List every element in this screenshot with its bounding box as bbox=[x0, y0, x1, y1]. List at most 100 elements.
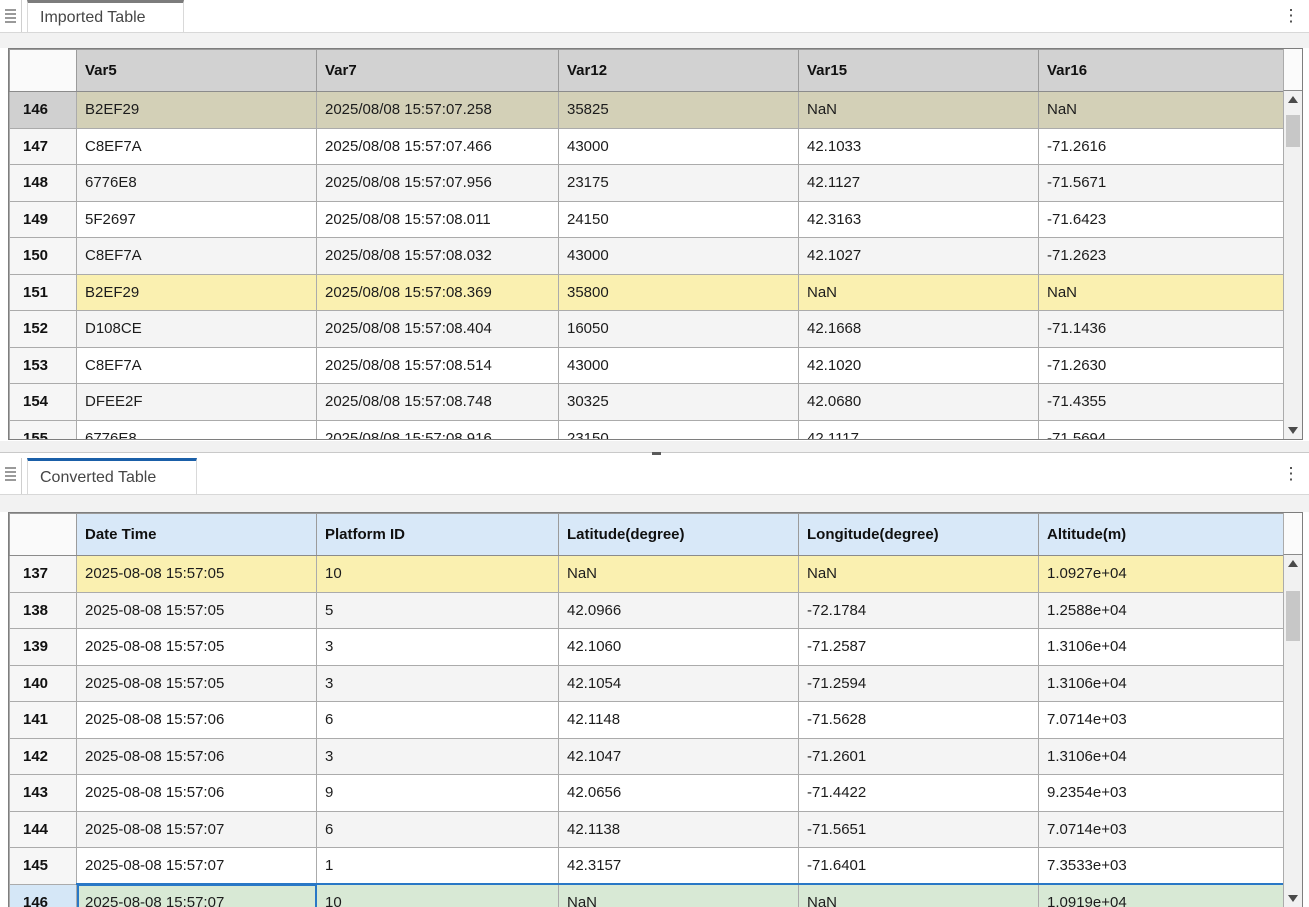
table-cell[interactable]: 42.0656 bbox=[559, 775, 799, 812]
kebab-menu-icon[interactable]: ⋮ bbox=[1281, 4, 1301, 28]
table-cell[interactable]: 42.3163 bbox=[799, 201, 1039, 238]
column-header[interactable]: Date Time bbox=[77, 514, 317, 556]
table-cell[interactable]: 42.1127 bbox=[799, 165, 1039, 202]
table-cell[interactable]: 9 bbox=[317, 775, 559, 812]
table-cell[interactable]: 23150 bbox=[559, 420, 799, 440]
row-number[interactable]: 146 bbox=[10, 92, 77, 129]
table-cell[interactable]: 2025-08-08 15:57:07 bbox=[77, 848, 317, 885]
table-cell[interactable]: C8EF7A bbox=[77, 238, 317, 275]
table-cell[interactable]: 7.0714e+03 bbox=[1039, 811, 1285, 848]
table-cell[interactable]: 35800 bbox=[559, 274, 799, 311]
table-cell[interactable]: 2025/08/08 15:57:08.369 bbox=[317, 274, 559, 311]
scroll-up-icon[interactable] bbox=[1288, 96, 1298, 103]
table-cell[interactable]: -71.4355 bbox=[1039, 384, 1285, 421]
table-cell[interactable]: 1.0919e+04 bbox=[1039, 884, 1285, 907]
splitter-handle-icon[interactable] bbox=[652, 452, 661, 455]
table-cell[interactable]: -71.5694 bbox=[1039, 420, 1285, 440]
row-number[interactable]: 144 bbox=[10, 811, 77, 848]
column-header[interactable]: Altitude(m) bbox=[1039, 514, 1285, 556]
table-cell[interactable]: 1.3106e+04 bbox=[1039, 738, 1285, 775]
table-cell[interactable]: 2025/08/08 15:57:08.032 bbox=[317, 238, 559, 275]
row-number[interactable]: 147 bbox=[10, 128, 77, 165]
table-cell[interactable]: DFEE2F bbox=[77, 384, 317, 421]
row-number[interactable]: 153 bbox=[10, 347, 77, 384]
table-cell[interactable]: 5 bbox=[317, 592, 559, 629]
column-header[interactable]: Longitude(degree) bbox=[799, 514, 1039, 556]
table-cell[interactable]: -71.2587 bbox=[799, 629, 1039, 666]
row-number[interactable]: 148 bbox=[10, 165, 77, 202]
column-header[interactable]: Var5 bbox=[77, 50, 317, 92]
table-cell[interactable]: 23175 bbox=[559, 165, 799, 202]
row-number[interactable]: 143 bbox=[10, 775, 77, 812]
table-cell[interactable]: 42.3157 bbox=[559, 848, 799, 885]
row-number[interactable]: 152 bbox=[10, 311, 77, 348]
table-cell[interactable]: NaN bbox=[799, 274, 1039, 311]
tab-converted-table[interactable]: Converted Table bbox=[27, 458, 197, 494]
table-cell[interactable]: 42.1148 bbox=[559, 702, 799, 739]
column-header[interactable]: Var12 bbox=[559, 50, 799, 92]
tab-imported-table[interactable]: Imported Table bbox=[27, 0, 184, 32]
table-cell[interactable]: 2025/08/08 15:57:07.956 bbox=[317, 165, 559, 202]
table-cell[interactable]: 3 bbox=[317, 629, 559, 666]
table-cell[interactable]: 2025-08-08 15:57:07 bbox=[77, 884, 317, 907]
table-cell[interactable]: 42.1138 bbox=[559, 811, 799, 848]
row-number[interactable]: 146 bbox=[10, 884, 77, 907]
scrollbar-thumb[interactable] bbox=[1286, 115, 1300, 147]
table-cell[interactable]: 9.2354e+03 bbox=[1039, 775, 1285, 812]
row-number[interactable]: 154 bbox=[10, 384, 77, 421]
scroll-up-icon[interactable] bbox=[1288, 560, 1298, 567]
table-cell[interactable]: -71.4422 bbox=[799, 775, 1039, 812]
table-cell[interactable]: 2025/08/08 15:57:07.258 bbox=[317, 92, 559, 129]
table-cell[interactable]: NaN bbox=[799, 92, 1039, 129]
table-cell[interactable]: 2025-08-08 15:57:05 bbox=[77, 556, 317, 593]
table-cell[interactable]: 7.3533e+03 bbox=[1039, 848, 1285, 885]
table-cell[interactable]: 43000 bbox=[559, 347, 799, 384]
table-cell[interactable]: 1 bbox=[317, 848, 559, 885]
table-cell[interactable]: 16050 bbox=[559, 311, 799, 348]
table-cell[interactable]: NaN bbox=[559, 556, 799, 593]
row-number[interactable]: 151 bbox=[10, 274, 77, 311]
table-cell[interactable]: 6 bbox=[317, 702, 559, 739]
table-cell[interactable]: 43000 bbox=[559, 128, 799, 165]
scroll-down-icon[interactable] bbox=[1288, 895, 1298, 902]
table-cell[interactable]: 2025-08-08 15:57:06 bbox=[77, 738, 317, 775]
table-cell[interactable]: -71.5628 bbox=[799, 702, 1039, 739]
table-cell[interactable]: NaN bbox=[799, 884, 1039, 907]
row-number[interactable]: 137 bbox=[10, 556, 77, 593]
table-cell[interactable]: D108CE bbox=[77, 311, 317, 348]
table-cell[interactable]: C8EF7A bbox=[77, 347, 317, 384]
table-cell[interactable]: 42.1033 bbox=[799, 128, 1039, 165]
table-cell[interactable]: 3 bbox=[317, 665, 559, 702]
table-cell[interactable]: 2025/08/08 15:57:08.916 bbox=[317, 420, 559, 440]
table-cell[interactable]: 1.3106e+04 bbox=[1039, 629, 1285, 666]
table-cell[interactable]: 30325 bbox=[559, 384, 799, 421]
table-cell[interactable]: 2025-08-08 15:57:06 bbox=[77, 775, 317, 812]
table-cell[interactable]: 2025-08-08 15:57:06 bbox=[77, 702, 317, 739]
scrollbar-thumb[interactable] bbox=[1286, 591, 1300, 641]
table-cell[interactable]: B2EF29 bbox=[77, 92, 317, 129]
table-cell[interactable]: 1.0927e+04 bbox=[1039, 556, 1285, 593]
table-cell[interactable]: 42.1668 bbox=[799, 311, 1039, 348]
row-number[interactable]: 141 bbox=[10, 702, 77, 739]
table-cell[interactable]: B2EF29 bbox=[77, 274, 317, 311]
panel-splitter[interactable] bbox=[0, 441, 1309, 453]
table-cell[interactable]: -72.1784 bbox=[799, 592, 1039, 629]
table-cell[interactable]: 42.0966 bbox=[559, 592, 799, 629]
table-cell[interactable]: -71.2594 bbox=[799, 665, 1039, 702]
table-cell[interactable]: 2025/08/08 15:57:08.011 bbox=[317, 201, 559, 238]
row-number[interactable]: 149 bbox=[10, 201, 77, 238]
column-header[interactable]: Var15 bbox=[799, 50, 1039, 92]
table-cell[interactable]: -71.2630 bbox=[1039, 347, 1285, 384]
table-cell[interactable]: NaN bbox=[1039, 92, 1285, 129]
table-cell[interactable]: 6 bbox=[317, 811, 559, 848]
table-cell[interactable]: 1.2588e+04 bbox=[1039, 592, 1285, 629]
table-cell[interactable]: 10 bbox=[317, 556, 559, 593]
table-cell[interactable]: 42.1117 bbox=[799, 420, 1039, 440]
table-cell[interactable]: 42.1020 bbox=[799, 347, 1039, 384]
table-cell[interactable]: 10 bbox=[317, 884, 559, 907]
table-cell[interactable]: -71.1436 bbox=[1039, 311, 1285, 348]
scroll-down-icon[interactable] bbox=[1288, 427, 1298, 434]
table-cell[interactable]: 2025-08-08 15:57:05 bbox=[77, 592, 317, 629]
table-cell[interactable]: 2025-08-08 15:57:05 bbox=[77, 665, 317, 702]
table-cell[interactable]: 43000 bbox=[559, 238, 799, 275]
